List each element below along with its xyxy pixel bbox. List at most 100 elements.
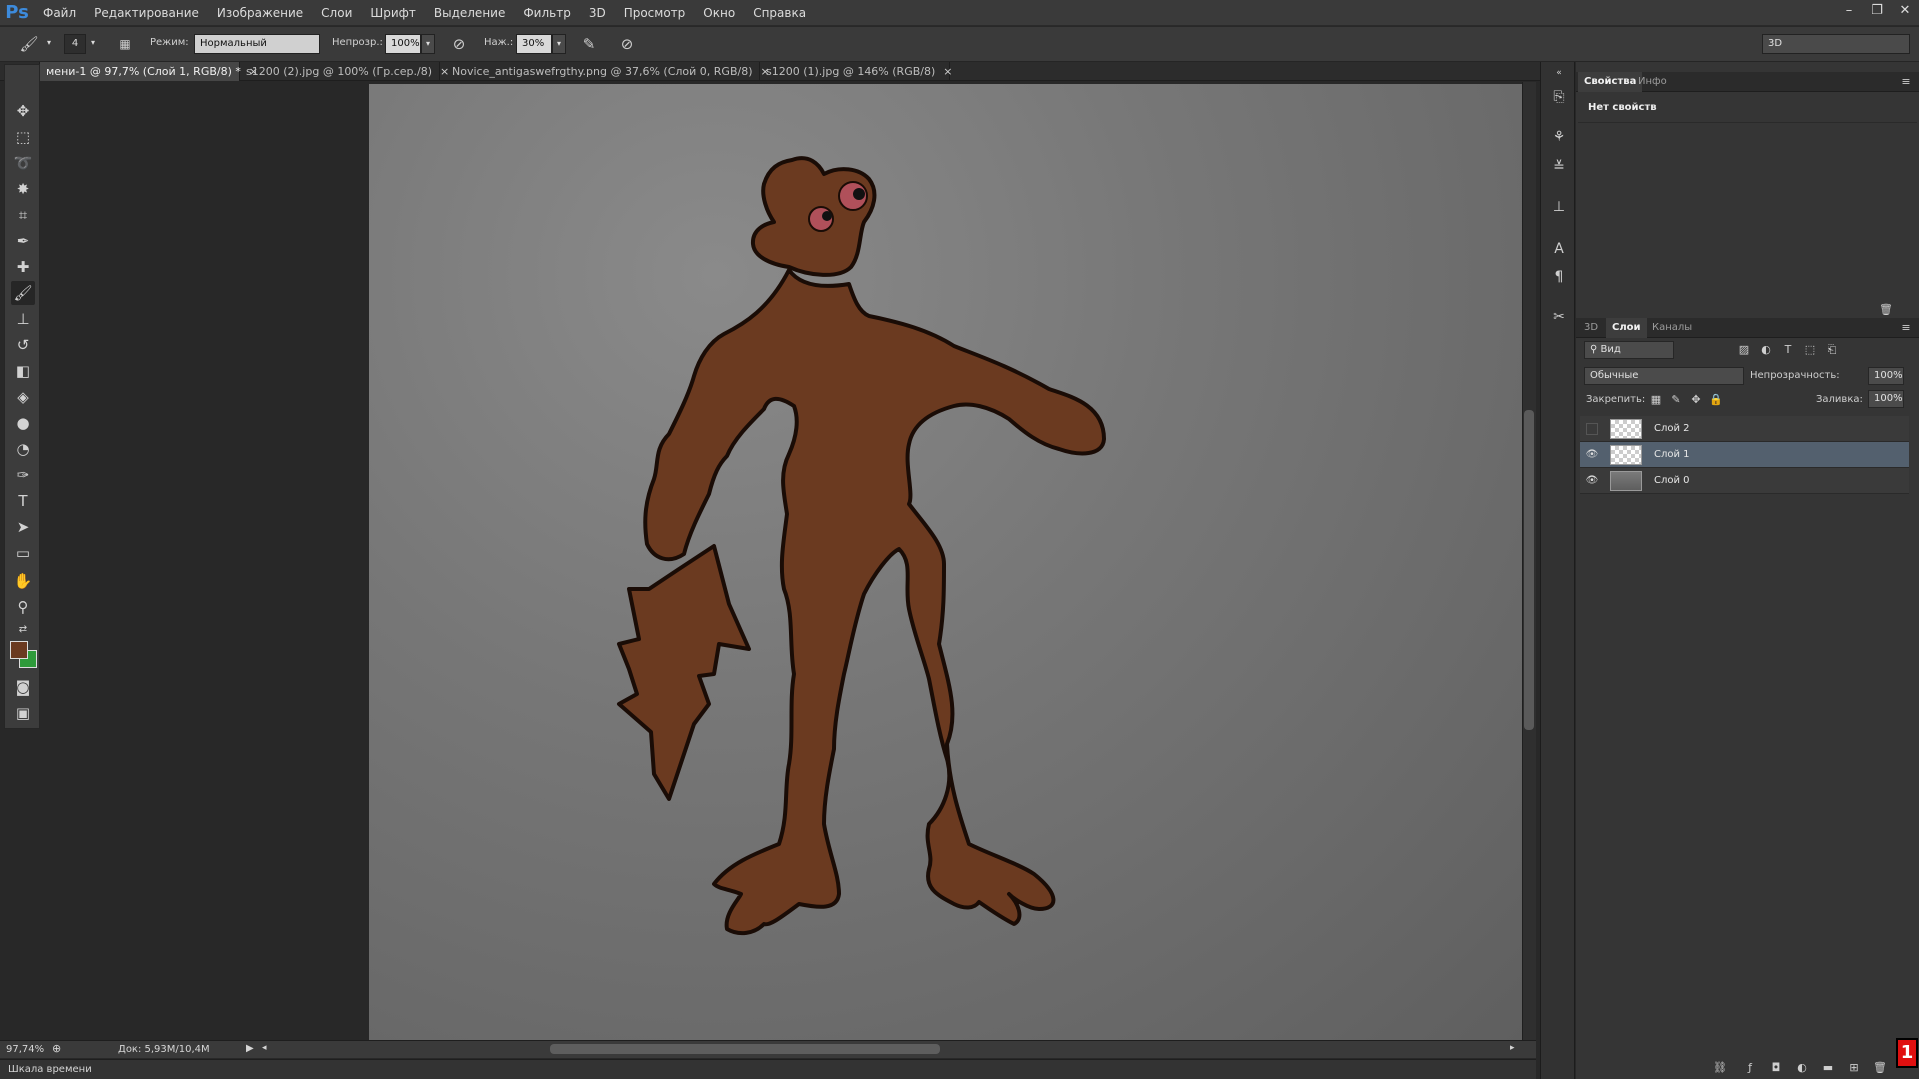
- adjustments-panel-icon[interactable]: ≚: [1548, 156, 1570, 178]
- lock-all-icon[interactable]: 🔒: [1708, 392, 1724, 408]
- panel-menu-icon[interactable]: ≡: [1898, 320, 1914, 336]
- tablet-opacity-icon[interactable]: ⊘: [448, 33, 470, 55]
- eyedropper-tool-icon[interactable]: ✒: [11, 229, 35, 253]
- brush-size-field[interactable]: 4: [64, 34, 86, 54]
- visibility-toggle[interactable]: [1586, 423, 1598, 435]
- eraser-tool-icon[interactable]: ◧: [11, 359, 35, 383]
- chevron-down-icon[interactable]: ▾: [86, 34, 100, 54]
- new-group-icon[interactable]: ▬: [1820, 1060, 1836, 1076]
- scroll-left-icon[interactable]: ◂: [262, 1043, 267, 1053]
- status-info-icon[interactable]: ⊕: [52, 1042, 61, 1055]
- tab-channels[interactable]: Каналы: [1646, 318, 1698, 338]
- eye-icon[interactable]: 👁: [1584, 473, 1600, 489]
- link-layers-icon[interactable]: ⛓: [1712, 1060, 1728, 1076]
- tab-document-4[interactable]: s1200 (1).jpg @ 146% (RGB/8) ×: [760, 62, 952, 81]
- delete-layer-icon[interactable]: 🗑: [1872, 1060, 1888, 1076]
- menu-filter[interactable]: Фильтр: [514, 0, 579, 26]
- menu-view[interactable]: Просмотр: [615, 0, 695, 26]
- fill-field[interactable]: 100%: [1868, 390, 1904, 408]
- close-window-button[interactable]: ✕: [1891, 0, 1919, 20]
- character-panel-icon[interactable]: A: [1548, 238, 1570, 260]
- new-adjustment-icon[interactable]: ◐: [1794, 1060, 1810, 1076]
- tool-presets-panel-icon[interactable]: ✂: [1548, 306, 1570, 328]
- menu-type[interactable]: Шрифт: [361, 0, 425, 26]
- type-tool-icon[interactable]: T: [11, 489, 35, 513]
- tablet-size-icon[interactable]: ⊘: [616, 33, 638, 55]
- foreground-color-swatch[interactable]: [10, 641, 28, 659]
- lock-pixels-icon[interactable]: ✎: [1668, 392, 1684, 408]
- tab-info[interactable]: Инфо: [1632, 72, 1673, 92]
- filter-type-icon[interactable]: T: [1780, 342, 1796, 358]
- pressure-field[interactable]: 30%: [516, 34, 552, 54]
- status-menu-arrow-icon[interactable]: ▶: [246, 1043, 254, 1054]
- horizontal-scroll-thumb[interactable]: [550, 1044, 940, 1054]
- lock-position-icon[interactable]: ✥: [1688, 392, 1704, 408]
- layer-row-2[interactable]: Слой 2: [1580, 416, 1909, 442]
- menu-3d[interactable]: 3D: [580, 0, 615, 26]
- close-icon[interactable]: ×: [943, 65, 952, 78]
- brush-panel-toggle-icon[interactable]: ▦: [114, 33, 136, 55]
- rectangle-tool-icon[interactable]: ▭: [11, 541, 35, 565]
- tab-document-3[interactable]: Novice_antigaswefrgthy.png @ 37,6% (Слой…: [446, 62, 770, 81]
- layer-opacity-field[interactable]: 100%: [1868, 367, 1904, 385]
- filter-pixel-icon[interactable]: ▨: [1736, 342, 1752, 358]
- zoom-level[interactable]: 97,74%: [6, 1044, 44, 1055]
- pressure-dropdown[interactable]: ▾: [552, 34, 566, 54]
- swap-colors-icon[interactable]: ⇄: [11, 623, 35, 637]
- quick-mask-icon[interactable]: ◙: [11, 675, 35, 699]
- menu-window[interactable]: Окно: [694, 0, 744, 26]
- hand-tool-icon[interactable]: ✋: [11, 569, 35, 593]
- opacity-field[interactable]: 100%: [385, 34, 421, 54]
- menu-layers[interactable]: Слои: [312, 0, 361, 26]
- panel-menu-icon[interactable]: ≡: [1898, 74, 1914, 90]
- menu-file[interactable]: Файл: [34, 0, 85, 26]
- blur-tool-icon[interactable]: ●: [11, 411, 35, 435]
- pen-tool-icon[interactable]: ✑: [11, 463, 35, 487]
- collapse-panels-icon[interactable]: «: [1548, 62, 1570, 84]
- tab-document-1[interactable]: мени-1 @ 97,7% (Слой 1, RGB/8) * ×: [40, 62, 258, 81]
- menu-image[interactable]: Изображение: [208, 0, 312, 26]
- workspace-select[interactable]: 3D: [1762, 34, 1910, 54]
- filter-adjustment-icon[interactable]: ◐: [1758, 342, 1774, 358]
- layer-row-0[interactable]: 👁 Слой 0: [1580, 468, 1909, 494]
- layer-row-1[interactable]: 👁 Слой 1: [1580, 442, 1909, 468]
- menu-help[interactable]: Справка: [744, 0, 815, 26]
- crop-tool-icon[interactable]: ⌗: [11, 203, 35, 227]
- lasso-tool-icon[interactable]: ➰: [11, 151, 35, 175]
- move-tool-icon[interactable]: ✥: [11, 99, 35, 123]
- brush-tool-icon[interactable]: 🖌: [11, 281, 35, 305]
- add-mask-icon[interactable]: ◘: [1768, 1060, 1784, 1076]
- opacity-dropdown[interactable]: ▾: [421, 34, 435, 54]
- mode-select[interactable]: Нормальный: [194, 34, 320, 54]
- trash-icon[interactable]: 🗑: [1878, 302, 1894, 318]
- minimize-button[interactable]: –: [1835, 0, 1863, 20]
- history-panel-icon[interactable]: ⎘: [1548, 86, 1570, 108]
- filter-shape-icon[interactable]: ⬚: [1802, 342, 1818, 358]
- eye-icon[interactable]: 👁: [1584, 447, 1600, 463]
- clone-source-panel-icon[interactable]: ⊥: [1548, 196, 1570, 218]
- vertical-scroll-thumb[interactable]: [1524, 410, 1534, 730]
- clone-stamp-tool-icon[interactable]: ⊥: [11, 307, 35, 331]
- paragraph-panel-icon[interactable]: ¶: [1548, 266, 1570, 288]
- timeline-label[interactable]: Шкала времени: [8, 1064, 92, 1075]
- filter-smart-object-icon[interactable]: ⎗: [1824, 342, 1840, 358]
- tab-document-2[interactable]: s1200 (2).jpg @ 100% (Гр.сер./8) ×: [240, 62, 449, 81]
- airbrush-icon[interactable]: ✎: [578, 33, 600, 55]
- menu-select[interactable]: Выделение: [425, 0, 514, 26]
- restore-button[interactable]: ❐: [1863, 0, 1891, 20]
- marquee-tool-icon[interactable]: ⬚: [11, 125, 35, 149]
- scroll-right-icon[interactable]: ▸: [1510, 1043, 1515, 1053]
- layer-style-icon[interactable]: ƒ: [1742, 1060, 1758, 1076]
- dodge-tool-icon[interactable]: ◔: [11, 437, 35, 461]
- brush-panel-icon[interactable]: ⚘: [1548, 126, 1570, 148]
- path-selection-tool-icon[interactable]: ➤: [11, 515, 35, 539]
- blend-mode-select[interactable]: Обычные: [1584, 367, 1744, 385]
- brush-tool-preset-icon[interactable]: 🖌: [18, 33, 40, 55]
- tab-layers[interactable]: Слои: [1606, 318, 1647, 338]
- tab-3d[interactable]: 3D: [1578, 318, 1604, 338]
- paint-bucket-tool-icon[interactable]: ◈: [11, 385, 35, 409]
- history-brush-tool-icon[interactable]: ↺: [11, 333, 35, 357]
- lock-transparency-icon[interactable]: ▦: [1648, 392, 1664, 408]
- new-layer-icon[interactable]: ⊞: [1846, 1060, 1862, 1076]
- chevron-down-icon[interactable]: ▾: [42, 34, 56, 54]
